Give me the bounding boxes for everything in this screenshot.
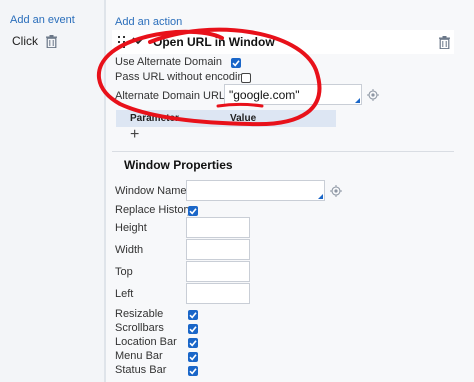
- value-column-header: Value: [230, 113, 257, 124]
- location-bar-label: Location Bar: [115, 336, 177, 348]
- left-input[interactable]: [186, 283, 250, 304]
- width-label: Width: [115, 244, 144, 256]
- action-header: Open URL in Window: [112, 30, 454, 54]
- use-alternate-domain-checkbox[interactable]: [231, 58, 241, 68]
- trash-icon[interactable]: [439, 36, 450, 52]
- alternate-domain-url-label: Alternate Domain URL *: [115, 90, 232, 102]
- section-divider: [112, 151, 454, 152]
- pass-url-checkbox[interactable]: [241, 73, 251, 83]
- top-input[interactable]: [186, 261, 250, 282]
- target-icon[interactable]: [367, 89, 379, 101]
- scrollbars-label: Scrollbars: [115, 322, 164, 334]
- parameter-column-header: Parameter: [130, 113, 179, 124]
- left-label: Left: [115, 288, 134, 300]
- top-label: Top: [115, 266, 133, 278]
- menu-bar-checkbox[interactable]: [188, 352, 198, 362]
- resizable-checkbox[interactable]: [188, 310, 198, 320]
- height-input[interactable]: [186, 217, 250, 238]
- expand-corner-icon: [355, 98, 360, 103]
- chevron-down-icon[interactable]: [132, 35, 144, 47]
- window-name-input[interactable]: [186, 180, 325, 201]
- actions-panel: Add an action Open URL in Window Use Alt…: [106, 0, 474, 382]
- expand-corner-icon: [318, 194, 323, 199]
- trash-icon[interactable]: [46, 34, 57, 48]
- alternate-domain-url-input[interactable]: "google.com": [224, 84, 362, 105]
- use-alternate-domain-label: Use Alternate Domain: [115, 56, 222, 68]
- replace-history-label: Replace History: [115, 204, 193, 216]
- replace-history-checkbox[interactable]: [188, 206, 198, 216]
- menu-bar-label: Menu Bar: [115, 350, 163, 362]
- target-icon[interactable]: [330, 185, 342, 197]
- add-action-link[interactable]: Add an action: [115, 16, 182, 28]
- height-label: Height: [115, 222, 147, 234]
- status-bar-label: Status Bar: [115, 364, 167, 376]
- event-label: Click: [12, 34, 38, 48]
- window-properties-title: Window Properties: [124, 158, 233, 172]
- add-parameter-button[interactable]: +: [130, 126, 139, 144]
- status-bar-checkbox[interactable]: [188, 366, 198, 376]
- add-event-link[interactable]: Add an event: [10, 14, 75, 26]
- window-name-label: Window Name: [115, 185, 187, 197]
- scrollbars-checkbox[interactable]: [188, 324, 198, 334]
- parameter-table-header: Parameter Value: [116, 110, 336, 127]
- action-title: Open URL in Window: [153, 35, 275, 49]
- width-input[interactable]: [186, 239, 250, 260]
- pass-url-label: Pass URL without encoding: [115, 71, 250, 83]
- location-bar-checkbox[interactable]: [188, 338, 198, 348]
- event-item-click[interactable]: Click: [12, 34, 57, 48]
- events-panel: Add an event Click: [0, 0, 104, 382]
- resizable-label: Resizable: [115, 308, 164, 320]
- drag-handle-icon[interactable]: [118, 36, 126, 48]
